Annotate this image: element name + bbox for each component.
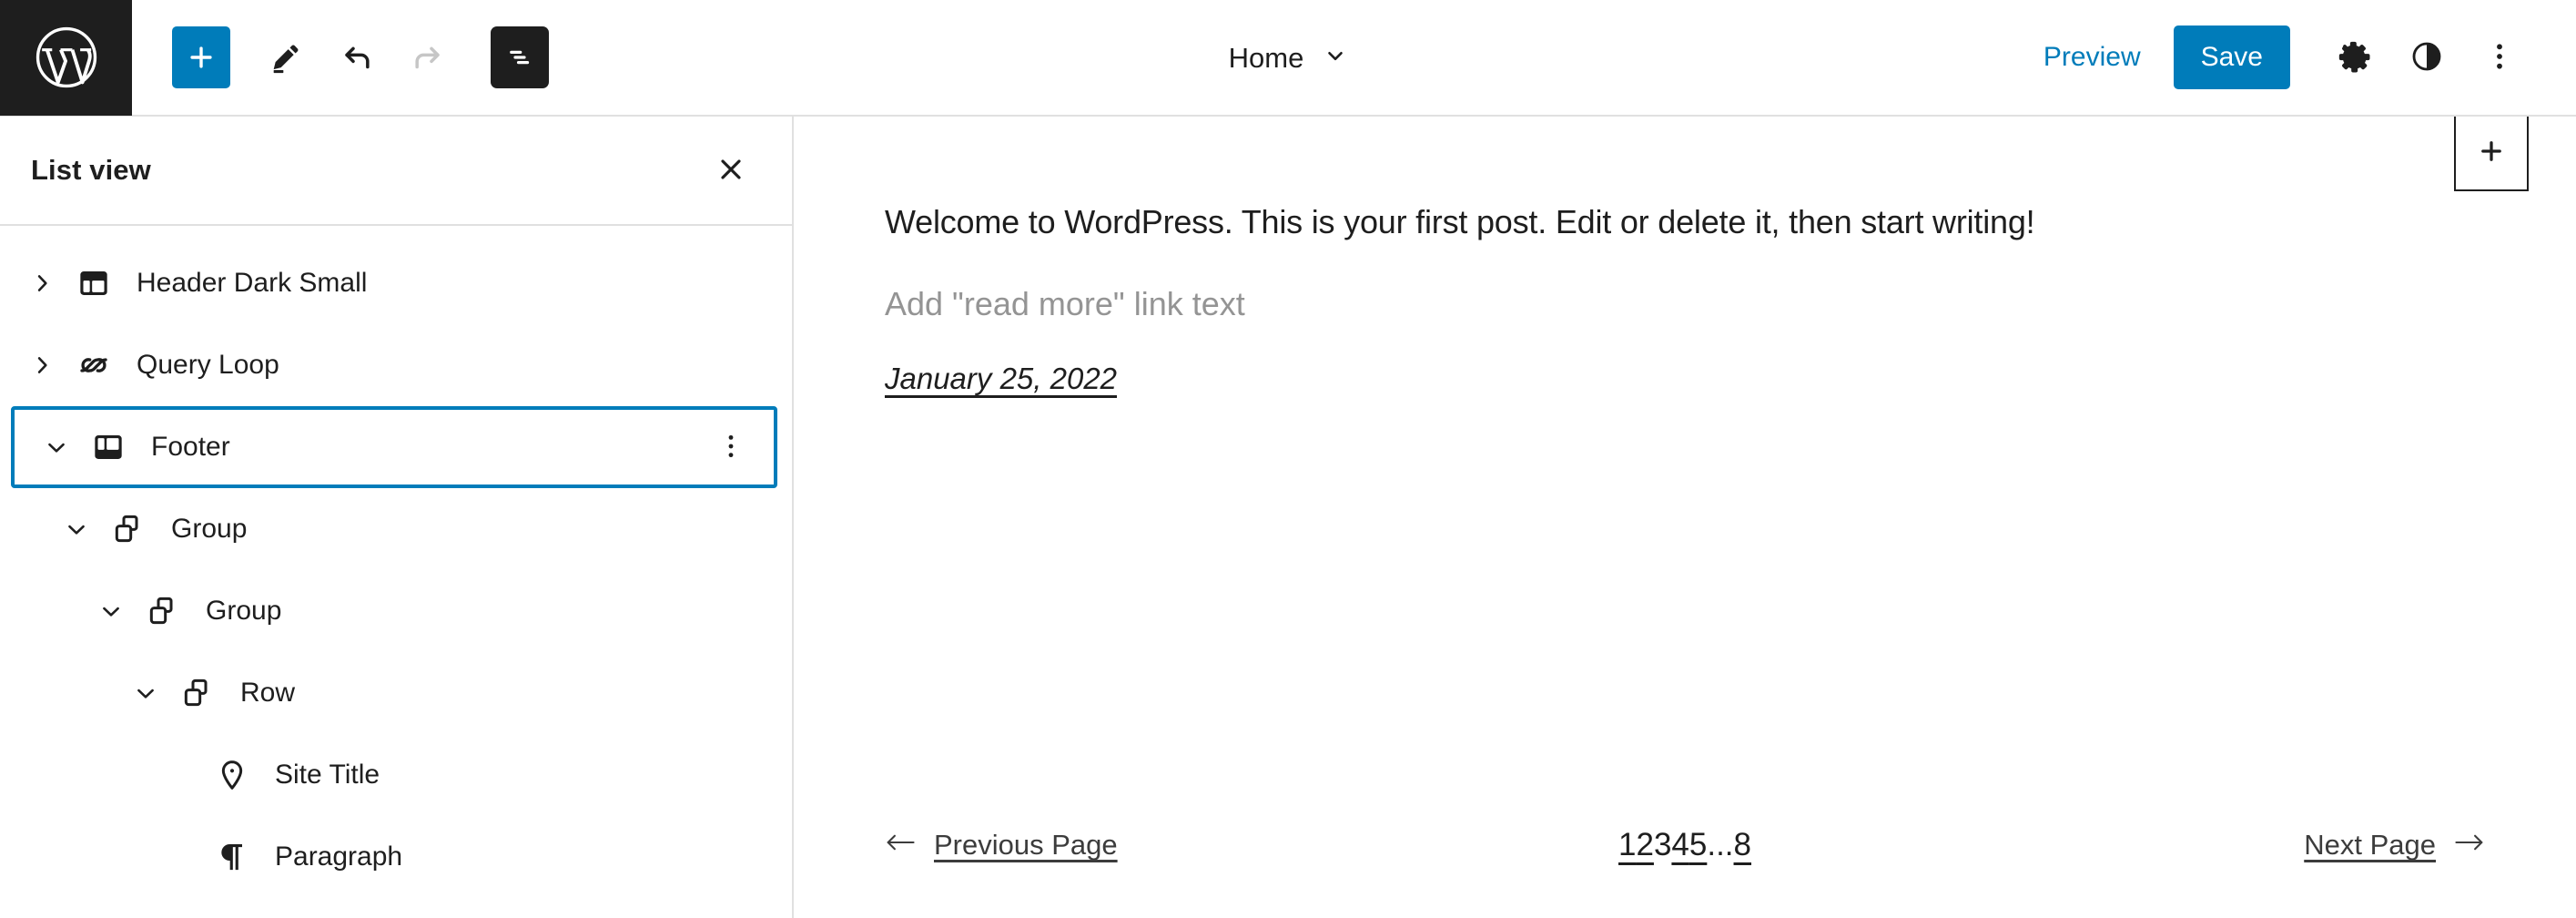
preview-button[interactable]: Preview bbox=[2020, 29, 2165, 86]
chevron-down-icon[interactable] bbox=[120, 680, 171, 706]
document-title-label: Home bbox=[1228, 42, 1304, 74]
block-tree-row-label: Site Title bbox=[275, 760, 380, 790]
block-tree: Header Dark Small Query Loop Footer Group Gr… bbox=[0, 226, 792, 918]
pagination-page-link[interactable]: 1 bbox=[1618, 827, 1636, 863]
undo-button[interactable] bbox=[321, 22, 392, 93]
settings-button[interactable] bbox=[2317, 21, 2390, 94]
read-more-placeholder[interactable]: Add "read more" link text bbox=[885, 285, 2485, 323]
previous-page-label: Previous Page bbox=[934, 829, 1118, 861]
pagination-last-page-link[interactable]: 8 bbox=[1734, 827, 1751, 863]
editor-header: Home Preview Save bbox=[0, 0, 2576, 117]
chevron-down-icon[interactable] bbox=[86, 598, 137, 624]
template-part-header-icon bbox=[67, 265, 120, 301]
list-view-panel: List view Header Dark Small Query Loop Foo… bbox=[0, 117, 794, 918]
block-tree-row-label: Header Dark Small bbox=[137, 268, 368, 298]
pagination-numbers: 1 2 3 4 5... 8 bbox=[1618, 827, 1751, 863]
template-part-footer-icon bbox=[82, 429, 135, 465]
pagination-page-link[interactable]: 4 bbox=[1671, 827, 1689, 863]
wordpress-logo-icon[interactable] bbox=[0, 0, 132, 116]
document-title-button[interactable]: Home bbox=[1214, 33, 1363, 84]
post-date-block[interactable]: January 25, 2022 bbox=[885, 362, 1117, 396]
more-vertical-icon bbox=[715, 431, 746, 464]
plus-icon bbox=[2476, 136, 2507, 171]
editor-body: List view Header Dark Small Query Loop Foo… bbox=[0, 117, 2576, 918]
close-icon bbox=[715, 153, 747, 189]
block-tree-row[interactable]: Footer bbox=[11, 406, 777, 488]
chevron-down-icon[interactable] bbox=[31, 434, 82, 460]
styles-button[interactable] bbox=[2390, 21, 2463, 94]
group-row-icon bbox=[171, 675, 224, 711]
more-vertical-icon bbox=[2481, 38, 2518, 77]
list-view-header: List view bbox=[0, 117, 792, 226]
pagination-ellipsis: ... bbox=[1707, 827, 1734, 862]
group-icon bbox=[102, 511, 155, 547]
query-pagination: Previous Page 1 2 3 4 5... 8 Next Page bbox=[885, 827, 2485, 863]
contrast-icon bbox=[2409, 38, 2445, 77]
block-tree-row-label: Paragraph bbox=[275, 842, 403, 872]
chevron-right-icon[interactable] bbox=[16, 352, 67, 378]
wordpress-site-editor: Home Preview Save List view Header Dark … bbox=[0, 0, 2576, 918]
close-list-view-button[interactable] bbox=[701, 140, 761, 200]
redo-button[interactable] bbox=[392, 22, 463, 93]
block-tree-row[interactable]: Row bbox=[0, 652, 792, 734]
block-tree-row[interactable]: Site Title bbox=[0, 734, 792, 816]
block-tree-row[interactable]: Query Loop bbox=[0, 324, 792, 406]
next-page-label: Next Page bbox=[2304, 829, 2436, 861]
block-tree-row-label: Query Loop bbox=[137, 350, 279, 380]
block-tree-row-label: Footer bbox=[151, 432, 230, 462]
map-pin-icon bbox=[206, 757, 259, 793]
group-icon bbox=[137, 593, 189, 629]
gear-icon bbox=[2336, 38, 2372, 77]
pagination-page-link[interactable]: 2 bbox=[1636, 827, 1653, 863]
save-button[interactable]: Save bbox=[2173, 26, 2290, 89]
more-options-button[interactable] bbox=[2463, 21, 2536, 94]
list-view-title: List view bbox=[31, 154, 151, 186]
post-excerpt-block[interactable]: Welcome to WordPress. This is your first… bbox=[885, 200, 2485, 245]
list-view-button[interactable] bbox=[491, 26, 549, 88]
block-tree-row-label: Row bbox=[240, 678, 296, 708]
loop-icon bbox=[67, 347, 120, 383]
previous-page-link[interactable]: Previous Page bbox=[885, 829, 1118, 862]
canvas-content: Welcome to WordPress. This is your first… bbox=[794, 117, 2576, 396]
edit-tool-button[interactable] bbox=[250, 22, 321, 93]
header-left-toolbar bbox=[172, 22, 549, 93]
block-tree-row[interactable]: Group bbox=[0, 488, 792, 570]
block-options-button[interactable] bbox=[705, 421, 757, 474]
block-tree-row[interactable]: Paragraph bbox=[0, 816, 792, 898]
block-tree-row-label: Group bbox=[206, 596, 282, 626]
add-block-button[interactable] bbox=[172, 26, 230, 88]
chevron-down-icon[interactable] bbox=[51, 516, 102, 542]
arrow-left-icon bbox=[885, 829, 916, 862]
pagination-page-link[interactable]: 5 bbox=[1689, 827, 1707, 863]
pagination-current-page: 3 bbox=[1653, 827, 1672, 862]
editor-canvas: Welcome to WordPress. This is your first… bbox=[794, 117, 2576, 918]
chevron-down-icon bbox=[1323, 42, 1347, 75]
block-tree-row[interactable]: Header Dark Small bbox=[0, 242, 792, 324]
pilcrow-icon bbox=[206, 839, 259, 875]
block-tree-row-label: Group bbox=[171, 514, 248, 544]
block-tree-row[interactable]: Group bbox=[0, 570, 792, 652]
canvas-inserter-button[interactable] bbox=[2454, 117, 2529, 191]
arrow-right-icon bbox=[2454, 829, 2485, 862]
header-right-toolbar: Preview Save bbox=[2020, 21, 2576, 94]
next-page-link[interactable]: Next Page bbox=[2304, 829, 2485, 862]
chevron-right-icon[interactable] bbox=[16, 270, 67, 296]
